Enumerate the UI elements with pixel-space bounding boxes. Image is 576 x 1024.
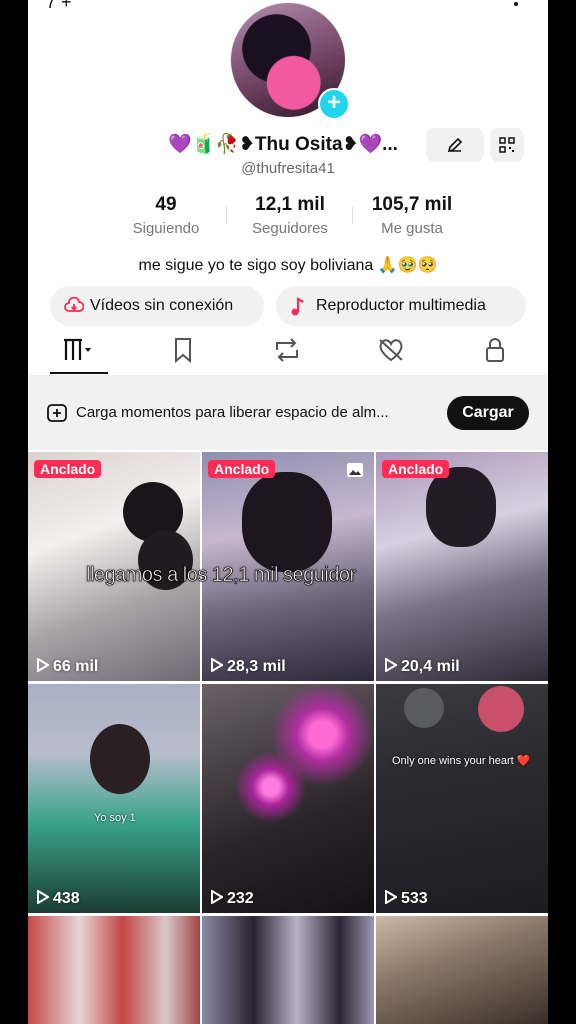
stat-followers[interactable]: 12,1 mil Seguidores (240, 194, 340, 237)
video-thumbnail[interactable] (202, 916, 374, 1024)
video-thumbnail[interactable] (376, 916, 548, 1024)
upload-button[interactable]: Cargar (447, 396, 529, 430)
likes-count: 105,7 mil (371, 194, 453, 215)
pencil-icon (447, 137, 463, 153)
pinned-badge: Anclado (382, 460, 450, 478)
status-left-text: 7 + (46, 0, 72, 12)
image-post-icon (347, 463, 363, 477)
display-name-text: Thu Osita (254, 134, 343, 155)
pinned-overlay-caption: llegamos a los 12,1 mil seguidor (86, 564, 357, 587)
view-count-value: 20,4 mil (401, 658, 460, 675)
view-count-value: 232 (227, 890, 254, 907)
qr-code-button[interactable] (490, 128, 524, 162)
view-count: 438 (37, 889, 80, 908)
stat-divider (226, 206, 227, 224)
thumbnail-figure (90, 724, 150, 794)
play-icon (211, 889, 224, 905)
qr-icon (499, 137, 515, 153)
thumbnail-figure (426, 467, 496, 547)
profile-screen: 7 + + 💜🧃🥀❥Thu Osita❥💜... @thufresita41 4… (28, 0, 548, 1024)
play-icon (385, 889, 398, 905)
heart-eye-icon (379, 339, 403, 362)
profile-stats: 49 Siguiendo 12,1 mil Seguidores 105,7 m… (28, 194, 548, 242)
thumbnail-avatar (478, 686, 524, 732)
upload-banner-text: Carga momentos para liberar espacio de a… (76, 404, 389, 421)
tab-saved[interactable] (154, 336, 212, 374)
tab-liked[interactable] (362, 336, 420, 374)
tab-private[interactable] (466, 336, 524, 374)
music-note-icon (290, 297, 306, 322)
offline-videos-label: Vídeos sin conexión (90, 297, 234, 314)
play-icon (37, 889, 50, 905)
pinned-badge: Anclado (208, 460, 276, 478)
video-caption: Only one wins your heart ❤️ (392, 755, 531, 767)
name-suffix-emoji: ❥💜... (342, 134, 398, 155)
username-handle: @thufresita41 (241, 160, 335, 177)
media-player-label: Reproductor multimedia (316, 297, 486, 314)
tab-reposts[interactable] (258, 336, 316, 374)
lock-icon (486, 338, 504, 362)
play-icon (37, 657, 50, 673)
likes-label: Me gusta (381, 220, 443, 237)
following-label: Siguiendo (132, 220, 200, 237)
view-count: 232 (211, 889, 254, 908)
following-count: 49 (155, 194, 177, 215)
edit-profile-button[interactable] (426, 128, 484, 162)
media-player-button[interactable]: Reproductor multimedia (276, 286, 526, 326)
more-options-icon[interactable] (514, 2, 518, 6)
pinned-badge: Anclado (34, 460, 102, 478)
view-count: 28,3 mil (211, 657, 286, 676)
display-name: 💜🧃🥀❥Thu Osita❥💜... (168, 132, 398, 156)
repost-icon (276, 338, 298, 362)
view-count: 20,4 mil (385, 657, 460, 676)
view-count-value: 533 (401, 890, 428, 907)
play-icon (385, 657, 398, 673)
upload-banner: Carga momentos para liberar espacio de a… (28, 375, 548, 450)
tab-videos[interactable] (50, 336, 108, 374)
stat-following[interactable]: 49 Siguiendo (122, 194, 210, 237)
video-caption: Yo soy 1 (94, 812, 136, 824)
stat-likes[interactable]: 105,7 mil Me gusta (362, 194, 462, 237)
view-count-value: 28,3 mil (227, 658, 286, 675)
add-story-button[interactable]: + (318, 88, 350, 120)
download-cloud-icon (64, 296, 85, 320)
video-thumbnail[interactable]: 232 (202, 684, 374, 913)
thumbnail-avatar (404, 688, 444, 728)
stat-divider (352, 206, 353, 224)
bio-text: me sigue yo te sigo soy boliviana 🙏🥹🥺 (138, 257, 438, 274)
followers-label: Seguidores (252, 220, 328, 237)
grid-videos-icon (64, 338, 91, 360)
active-tab-indicator (50, 372, 108, 374)
name-prefix-emoji: 💜🧃🥀❥ (168, 134, 255, 155)
view-count: 533 (385, 889, 428, 908)
video-thumbnail[interactable]: Anclado 20,4 mil (376, 452, 548, 681)
thumbnail-figure (242, 472, 332, 572)
bookmark-icon (175, 338, 191, 364)
add-box-icon (46, 402, 68, 429)
view-count: 66 mil (37, 657, 99, 676)
play-icon (211, 657, 224, 673)
offline-videos-button[interactable]: Vídeos sin conexión (50, 286, 264, 326)
profile-tabs (28, 336, 548, 374)
followers-count: 12,1 mil (255, 194, 325, 215)
view-count-value: 66 mil (53, 658, 99, 675)
view-count-value: 438 (53, 890, 80, 907)
video-thumbnail[interactable] (28, 916, 200, 1024)
video-thumbnail[interactable]: Only one wins your heart ❤️ 533 (376, 684, 548, 913)
video-thumbnail[interactable]: Yo soy 1 438 (28, 684, 200, 913)
